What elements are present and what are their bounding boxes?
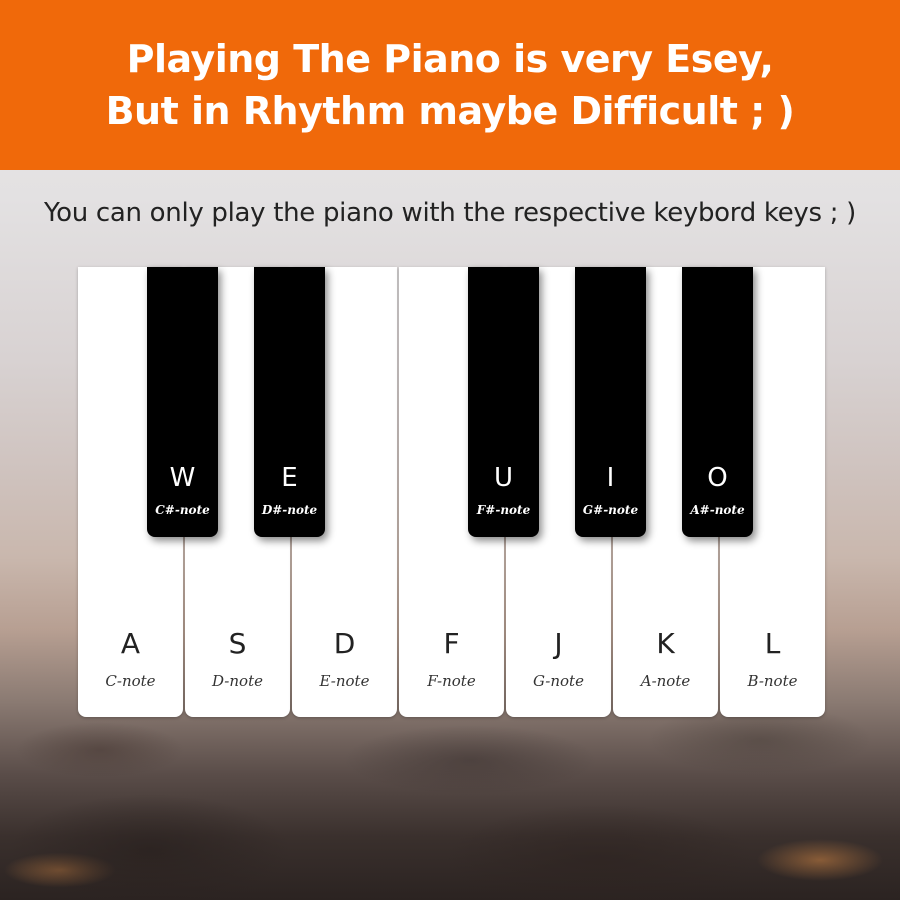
key-letter: L	[764, 627, 781, 660]
key-letter: I	[606, 463, 615, 493]
key-letter: D	[333, 627, 356, 660]
instructions-text: You can only play the piano with the res…	[44, 198, 856, 228]
piano-key-a-sharp[interactable]: O A#-note	[682, 267, 753, 537]
key-letter: F	[443, 627, 460, 660]
key-note-label: F#-note	[476, 503, 531, 517]
key-note-label: D#-note	[261, 503, 318, 517]
key-letter: S	[228, 627, 247, 660]
banner-title-line-1: Playing The Piano is very Esey,	[126, 37, 774, 81]
key-note-label: C#-note	[155, 503, 210, 517]
banner-title-line-2: But in Rhythm maybe Difficult ; )	[105, 89, 795, 133]
key-note-label: A#-note	[690, 503, 745, 517]
key-note-label: E-note	[319, 672, 370, 690]
key-letter: O	[707, 463, 728, 493]
key-letter: A	[120, 627, 141, 660]
key-letter: W	[169, 463, 196, 493]
key-letter: J	[554, 627, 563, 660]
piano-key-d-sharp[interactable]: E D#-note	[254, 267, 325, 537]
key-letter: K	[656, 627, 675, 660]
header-banner: Playing The Piano is very Esey, But in R…	[0, 0, 900, 170]
key-note-label: F-note	[427, 672, 476, 690]
key-note-label: D-note	[212, 672, 263, 690]
piano-key-f-sharp[interactable]: U F#-note	[468, 267, 539, 537]
piano-key-g-sharp[interactable]: I G#-note	[575, 267, 646, 537]
key-note-label: G-note	[533, 672, 584, 690]
key-letter: U	[493, 463, 514, 493]
key-note-label: A-note	[640, 672, 691, 690]
piano-keyboard: A C-note S D-note D E-note F F-note J G-…	[78, 267, 828, 719]
key-note-label: B-note	[747, 672, 798, 690]
piano-key-c-sharp[interactable]: W C#-note	[147, 267, 218, 537]
key-letter: E	[281, 463, 298, 493]
key-note-label: C-note	[105, 672, 156, 690]
key-note-label: G#-note	[582, 503, 639, 517]
